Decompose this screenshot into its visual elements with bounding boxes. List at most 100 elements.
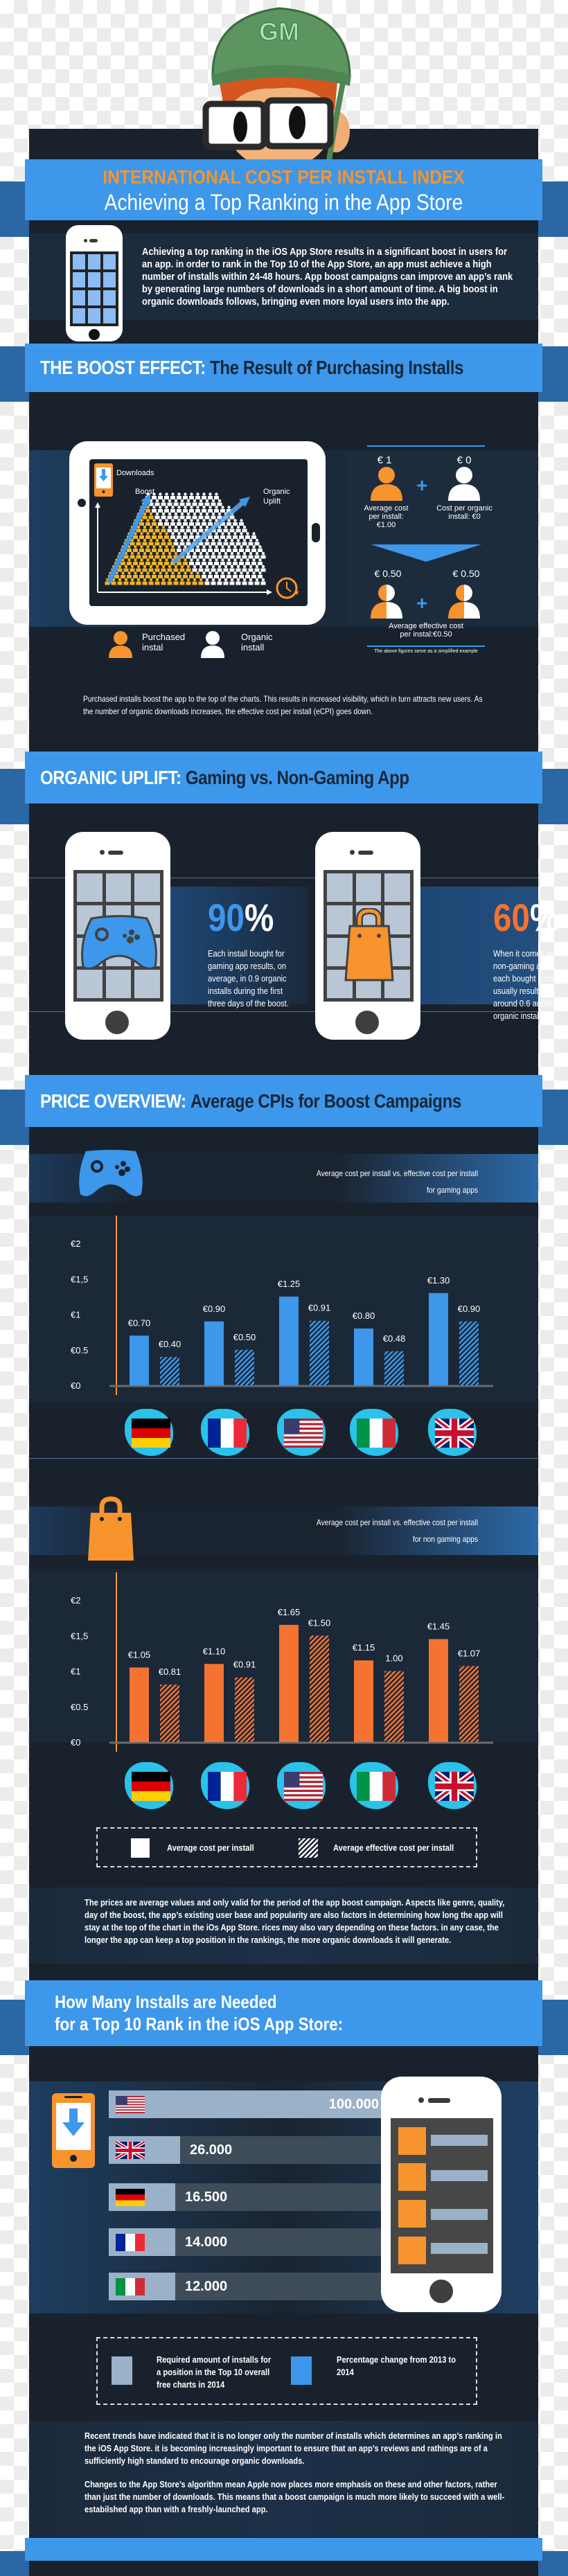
bar-effective-germany: [160, 1684, 179, 1742]
organic-install-label: Organic install: [241, 632, 273, 652]
app-list-phone-icon: [381, 2077, 502, 2312]
y-tick-label: €0.5: [71, 1702, 88, 1712]
bar-effective-uk: [459, 1666, 479, 1742]
top-right-value: € 0: [456, 454, 472, 466]
flag-france: [116, 2234, 145, 2251]
flag-germany: [132, 1772, 170, 1801]
installs-legend: Required amount of installs for a positi…: [96, 2337, 477, 2405]
tablet-camera: [78, 499, 86, 507]
y-tick-label: €0.5: [71, 1345, 88, 1356]
mascot-logo: GM: [259, 17, 299, 46]
gaming-cpi-chart: €0 €0.5 €1 €1,5 €2 €0.70 €0.40 €0.90 €0.50 €1.25 €…: [71, 1216, 493, 1395]
legend-swatch-effective: [299, 1838, 318, 1858]
divider: [29, 1458, 538, 1459]
y-tick-label: €0: [71, 1737, 80, 1748]
shopping-bag-icon: [88, 1496, 134, 1561]
flag-france: [208, 1772, 247, 1801]
gaming-phone-icon: [65, 832, 170, 1040]
nongaming-chart-caption-1: Average cost per install vs. effective c…: [316, 1518, 478, 1527]
split-person-icon: [371, 585, 402, 619]
flag-usa: [284, 1772, 323, 1801]
legend-swatch-change: [291, 2356, 312, 2385]
tablet-frame: Downloads Boost Organic Uplift: [69, 441, 326, 625]
phone-icon: [66, 225, 123, 341]
mascot-eye-left: [233, 112, 247, 142]
flag-germany: [132, 1419, 170, 1448]
flag-italy: [357, 1419, 396, 1448]
nongaming-uplift-text: When it comes to non-gaming apps, each b…: [493, 948, 566, 1021]
bar-average-germany: [130, 1667, 149, 1742]
bar-value-label: €0.81: [159, 1667, 181, 1677]
bar-average-italy: [354, 1660, 373, 1742]
organic-cost-caption: Cost per organic install: €0: [436, 504, 492, 521]
bar-value-label: €1.15: [353, 1642, 375, 1653]
installs-value: 14.000: [185, 2235, 228, 2250]
plus-icon: +: [416, 592, 428, 614]
plus-icon: +: [416, 474, 428, 496]
footnote: The above figures serve as a simplified …: [374, 649, 478, 654]
bar-average-germany: [130, 1335, 149, 1385]
avg-cost-caption: Average cost per install: €1.00: [364, 504, 409, 529]
organic-heading: ORGANIC UPLIFT: Gaming vs. Non-Gaming Ap…: [40, 766, 409, 788]
price-note: The prices are average values and only v…: [85, 1897, 505, 1945]
legend-label-effective: Average effective cost per install: [333, 1842, 454, 1853]
phone-speaker: [89, 239, 98, 242]
purchased-person-icon: [371, 467, 402, 501]
phone-screen-grid: [70, 251, 118, 326]
bar-value-label: €0.91: [308, 1303, 331, 1313]
flag-france: [208, 1419, 247, 1448]
boost-banner: THE BOOST EFFECT: The Result of Purchasi…: [25, 344, 542, 392]
bar-average-uk: [429, 1639, 448, 1742]
bar-average-italy: [354, 1329, 373, 1385]
download-phone-icon: [52, 2093, 95, 2168]
title-banner: INTERNATIONAL COST PER INSTALL INDEX Ach…: [25, 159, 542, 220]
bar-effective-germany: [160, 1357, 179, 1385]
boost-heading: THE BOOST EFFECT: The Result of Purchasi…: [40, 357, 463, 378]
legend-swatch-average: [131, 1838, 150, 1858]
divider: [367, 445, 485, 447]
nongaming-cpi-chart: €0 €0.5 €1 €1,5 €2 €1.05 €0.81 €1.10 €0.91 €1.65 €…: [71, 1572, 493, 1752]
clock-icon: [276, 577, 299, 599]
bar-value-label: €1.25: [278, 1279, 301, 1289]
installs-text-1: Recent trends have indicated that it is …: [85, 2431, 502, 2466]
bar-average-france: [204, 1321, 224, 1385]
page-title: INTERNATIONAL COST PER INSTALL INDEX: [103, 166, 465, 188]
legend-label-change: Percentage change from 2013 to 2014: [337, 2354, 456, 2377]
bar-value-label: €0.40: [159, 1339, 181, 1349]
bar-value-label: 1.00: [385, 1653, 402, 1664]
bar-value-label: €0.90: [203, 1304, 226, 1314]
divider: [367, 646, 485, 647]
flag-uk: [433, 1416, 476, 1450]
bar-value-label: €0.70: [128, 1317, 151, 1328]
top-left-value: € 1: [377, 454, 392, 466]
organic-banner: ORGANIC UPLIFT: Gaming vs. Non-Gaming Ap…: [25, 752, 542, 803]
price-banner: PRICE OVERVIEW: Average CPIs for Boost C…: [25, 1075, 542, 1127]
down-chevron-icon: [371, 544, 481, 562]
bar-value-label: €0.91: [233, 1660, 256, 1670]
installs-value: 16.500: [185, 2189, 228, 2205]
gaming-chart-caption-1: Average cost per install vs. effective c…: [316, 1169, 478, 1178]
organic-label: Organic: [263, 488, 290, 496]
downloads-label: Downloads: [116, 469, 154, 477]
gaming-uplift-text: Each install bought for gaming app resul…: [208, 948, 289, 1009]
bar-value-label: €1.10: [203, 1646, 226, 1656]
y-tick-label: €1,5: [71, 1274, 88, 1284]
flag-germany: [116, 2189, 145, 2206]
flag-italy: [116, 2278, 145, 2295]
gaming-uplift-percent: 90%: [208, 896, 274, 939]
phone-home-button: [89, 329, 100, 340]
boost-diagram: Downloads Boost Organic Uplift: [94, 463, 299, 599]
bar-value-label: €0.90: [458, 1304, 481, 1314]
nongaming-chart-caption-2: for non gaming apps: [412, 1534, 478, 1544]
bar-value-label: €0.48: [383, 1333, 406, 1344]
nongaming-phone-icon: [315, 832, 420, 1040]
legend-swatch-required: [112, 2356, 132, 2385]
flag-uk: [433, 1769, 476, 1804]
installs-text-2: Changes to the App Store’s algorithm mea…: [85, 2479, 505, 2514]
flag-usa: [116, 2096, 145, 2113]
bar-value-label: €1.65: [278, 1607, 301, 1617]
flag-italy: [357, 1772, 396, 1801]
y-tick-label: €0: [71, 1380, 80, 1391]
intro-text: Achieving a top ranking in the iOS App S…: [142, 246, 513, 308]
organic-person-icon: [448, 467, 480, 501]
